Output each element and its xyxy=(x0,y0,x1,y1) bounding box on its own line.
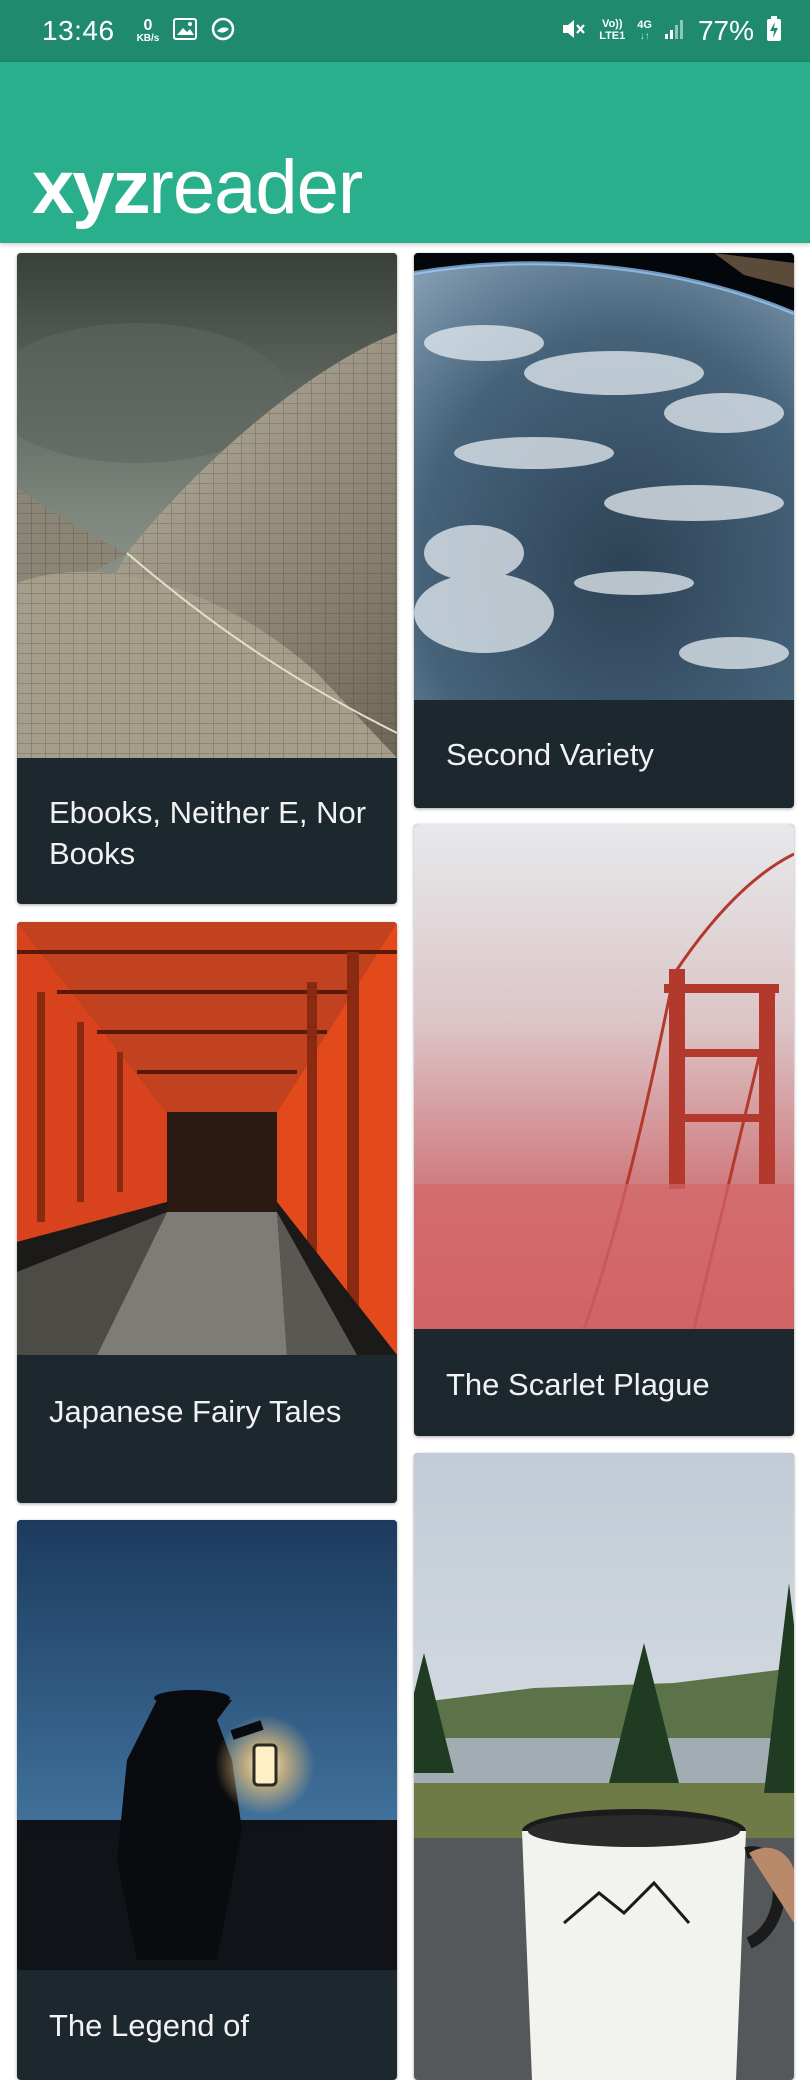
status-bar: 13:46 0 KB/s Vo)) LTE1 4G ↓↑ 77% xyxy=(0,0,810,62)
article-thumbnail xyxy=(414,1453,794,2080)
article-thumbnail xyxy=(414,253,794,700)
data-rate-value: 0 xyxy=(143,17,153,34)
network-type-label: 4G xyxy=(637,18,652,31)
clock: 13:46 xyxy=(42,15,115,46)
article-thumbnail xyxy=(17,1520,397,1970)
article-card[interactable]: The Scarlet Plague xyxy=(414,824,794,1436)
article-title: The Legend of xyxy=(49,2008,249,2043)
article-card[interactable]: The Legend of xyxy=(17,1520,397,2080)
app-logo: xyzreader xyxy=(32,150,363,226)
article-card[interactable]: Japanese Fairy Tales xyxy=(17,922,397,1503)
volte-indicator: Vo)) LTE1 xyxy=(599,19,625,42)
battery-percentage: 77% xyxy=(697,15,754,46)
app-notification-icon xyxy=(211,17,235,46)
article-title: The Scarlet Plague xyxy=(446,1367,710,1402)
article-title: Second Variety xyxy=(446,737,654,772)
logo-light-text: reader xyxy=(148,145,364,230)
article-thumbnail xyxy=(17,253,397,758)
article-thumbnail xyxy=(17,922,397,1355)
data-rate-indicator: 0 KB/s xyxy=(137,18,160,44)
app-bar: xyzreader xyxy=(0,62,810,243)
article-card[interactable] xyxy=(414,1453,794,2080)
article-title: Japanese Fairy Tales xyxy=(49,1394,342,1429)
network-type-indicator: 4G ↓↑ xyxy=(637,18,652,42)
data-rate-unit: KB/s xyxy=(136,33,160,44)
lte-label: LTE1 xyxy=(599,30,626,42)
article-title: Ebooks, Neither E, Nor Books xyxy=(49,795,367,871)
battery-charging-icon xyxy=(766,15,782,47)
logo-bold-text: xyz xyxy=(32,145,151,230)
mute-icon xyxy=(561,17,587,46)
signal-strength-icon xyxy=(664,18,686,45)
article-thumbnail xyxy=(414,824,794,1329)
article-card[interactable]: Second Variety xyxy=(414,253,794,808)
article-card[interactable]: Ebooks, Neither E, Nor Books xyxy=(17,253,397,904)
gallery-notification-icon xyxy=(173,17,198,45)
